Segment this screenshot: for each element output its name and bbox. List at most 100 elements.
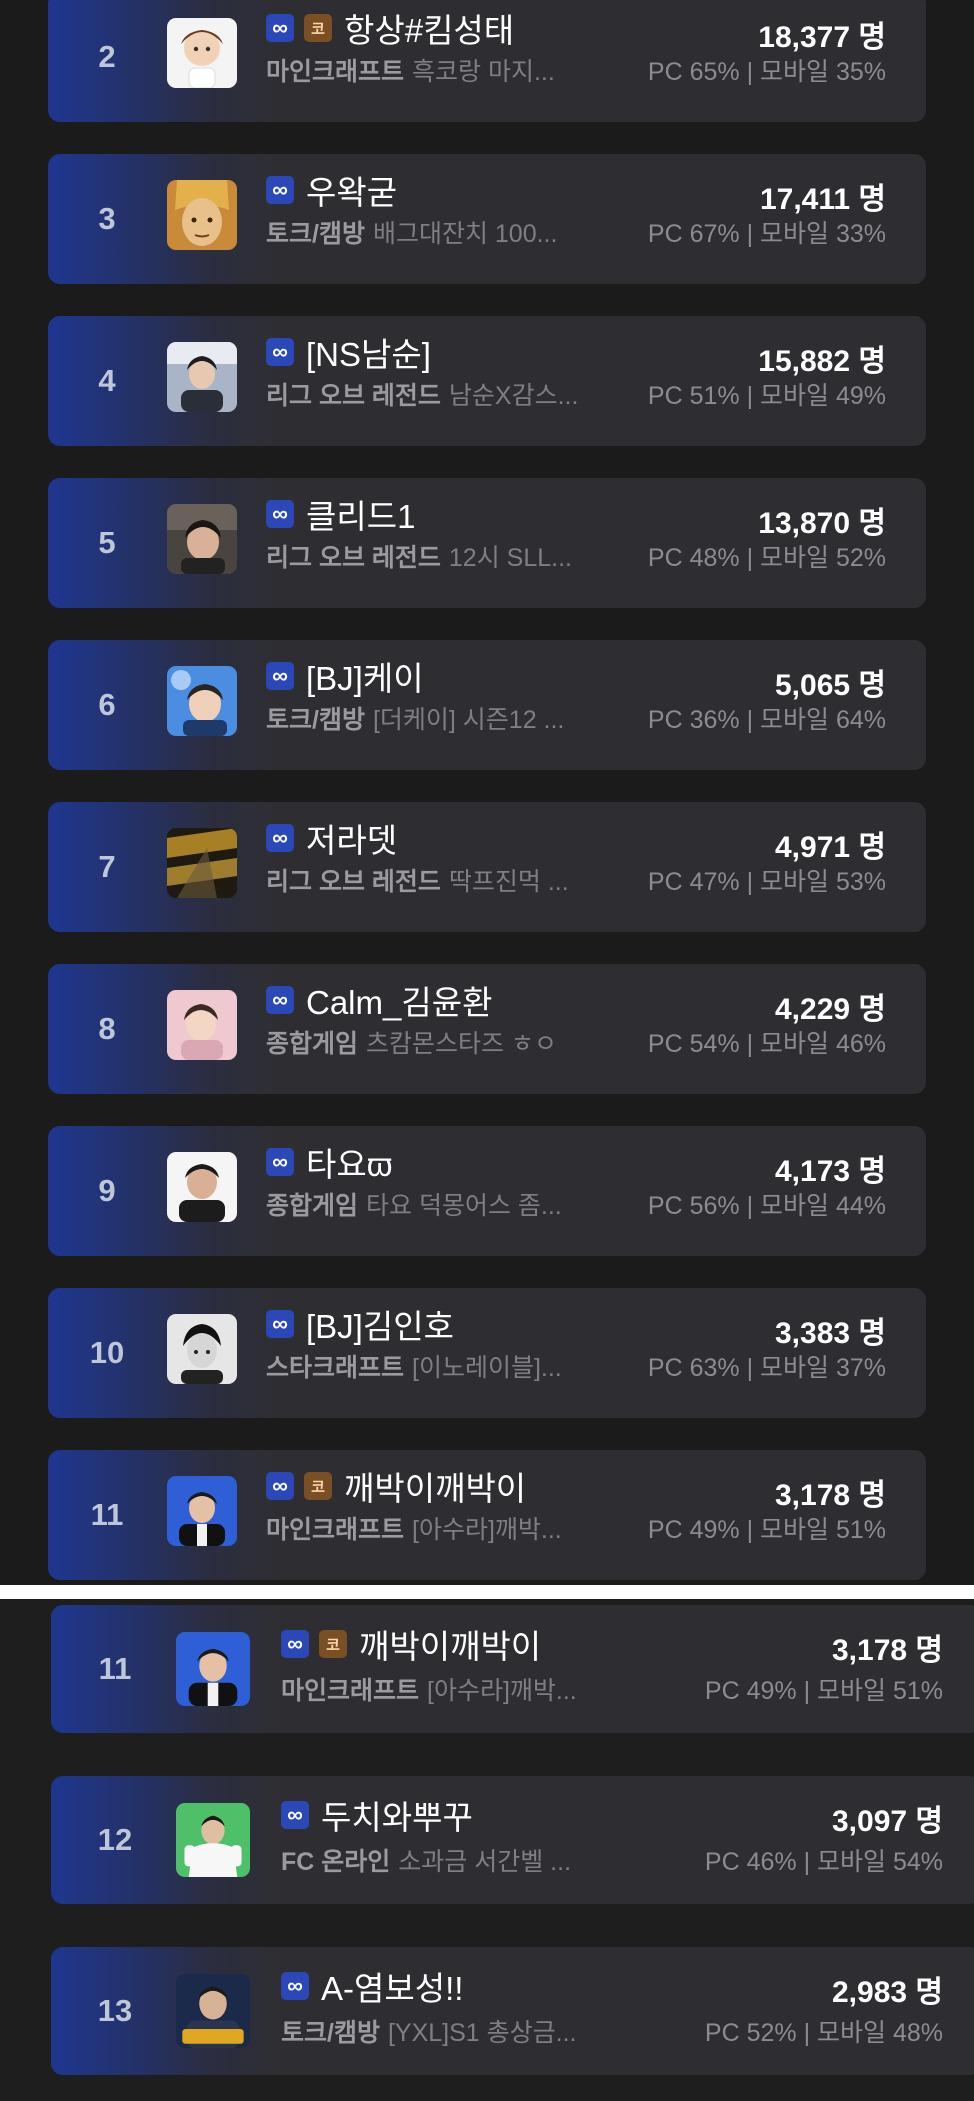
streamer-name[interactable]: [BJ]케이 [306, 652, 424, 700]
list-item[interactable]: 2 ∞ 코 항상#킴성태 마인크래프트 흑코랑 마지... 18,377 명 PC… [48, 0, 926, 122]
list-item[interactable]: 7 ∞ 저라뎃 리그 오브 레전드 딱프진먹 ... 4,971 명 PC 47%… [48, 802, 926, 932]
list-item[interactable]: 3 ∞ 우왁굳 토크/캠방 배그대잔치 100... 17,411 명 PC 67… [48, 154, 926, 284]
infinity-badge-icon: ∞ [266, 1148, 294, 1176]
broadcast-info: 토크/캠방 [YXL]S1 총상금... [281, 2013, 576, 2049]
viewer-count: 13,870 명 [758, 507, 886, 540]
avatar[interactable] [167, 666, 237, 736]
rank-number: 8 [98, 1011, 116, 1046]
broadcast-title: 배그대잔치 100... [372, 220, 558, 248]
platform-ratio: PC 67% | 모바일 33% [647, 220, 886, 248]
streamer-name[interactable]: 깨박이깨박이 [344, 1462, 526, 1510]
broadcast-title: 츠캄몬스타즈 ㅎㅇ [366, 1030, 557, 1058]
avatar[interactable] [167, 1476, 237, 1546]
streamer-name[interactable]: A-염보성!! [321, 1962, 463, 2010]
avatar[interactable] [167, 18, 237, 88]
title-row: ∞ 우왁굳 [266, 168, 397, 212]
platform-ratio: PC 49% | 모바일 51% [704, 1677, 943, 1705]
streamer-name[interactable]: 저라뎃 [306, 814, 397, 862]
list-item[interactable]: 8 ∞ Calm_김윤환 종합게임 츠캄몬스타즈 ㅎㅇ 4,229 명 PC 54… [48, 964, 926, 1094]
broadcast-title: 타요 덕몽어스 좀... [366, 1192, 562, 1220]
avatar[interactable] [167, 180, 237, 250]
category-label: 토크/캠방 [281, 2019, 380, 2047]
avatar[interactable] [167, 1152, 237, 1222]
broadcast-info: 리그 오브 레전드 12시 SLL... [266, 538, 572, 574]
rank-number: 6 [98, 687, 116, 722]
category-label: 종합게임 [266, 1192, 359, 1220]
rank-number: 9 [98, 1173, 116, 1208]
platform-ratio: PC 52% | 모바일 48% [704, 2019, 943, 2047]
platform-ratio: PC 48% | 모바일 52% [647, 544, 886, 572]
avatar[interactable] [176, 1974, 250, 2048]
streamer-name[interactable]: 클리드1 [306, 490, 415, 538]
broadcast-info: 종합게임 타요 덕몽어스 좀... [266, 1186, 562, 1222]
category-label: 마인크래프트 [266, 1516, 405, 1544]
category-label: 스타크래프트 [266, 1354, 405, 1382]
category-label: 종합게임 [266, 1030, 359, 1058]
avatar[interactable] [167, 990, 237, 1060]
list-item[interactable]: 12 ∞ 두치와뿌꾸 FC 온라인 소과금 서간벨 ... 3,097 명 PC … [51, 1776, 974, 1904]
broadcast-info: 토크/캠방 배그대잔치 100... [266, 214, 557, 250]
rank-number: 7 [98, 849, 116, 884]
infinity-badge-icon: ∞ [266, 14, 294, 42]
list-item[interactable]: 6 ∞ [BJ]케이 토크/캠방 [더케이] 시즌12 ... 5,065 명 P… [48, 640, 926, 770]
category-label: 토크/캠방 [266, 220, 365, 248]
streamer-name[interactable]: Calm_김윤환 [306, 976, 492, 1024]
streamer-name[interactable]: 타요ϖ [306, 1138, 393, 1186]
streamer-name[interactable]: [BJ]김인호 [306, 1300, 454, 1348]
title-row: ∞ [NS남순] [266, 330, 431, 374]
list-item[interactable]: 10 ∞ [BJ]김인호 스타크래프트 [이노레이블]... 3,383 명 PC… [48, 1288, 926, 1418]
platform-ratio: PC 63% | 모바일 37% [647, 1354, 886, 1382]
broadcast-info: 마인크래프트 흑코랑 마지... [266, 52, 555, 88]
infinity-badge-icon: ∞ [281, 1972, 309, 2000]
streamer-name[interactable]: 깨박이깨박이 [359, 1620, 541, 1668]
rank-number: 12 [97, 1822, 133, 1857]
broadcast-title: 흑코랑 마지... [412, 58, 555, 86]
viewer-count: 17,411 명 [759, 183, 886, 216]
list-item[interactable]: 5 ∞ 클리드1 리그 오브 레전드 12시 SLL... 13,870 명 PC… [48, 478, 926, 608]
viewer-count: 18,377 명 [758, 21, 886, 54]
category-label: 마인크래프트 [266, 58, 405, 86]
category-label: 리그 오브 레전드 [266, 544, 441, 572]
streamer-name[interactable]: [NS남순] [306, 328, 431, 376]
list-item[interactable]: 9 ∞ 타요ϖ 종합게임 타요 덕몽어스 좀... 4,173 명 PC 56% … [48, 1126, 926, 1256]
avatar[interactable] [167, 342, 237, 412]
title-row: ∞ 저라뎃 [266, 816, 397, 860]
viewer-count: 4,173 명 [774, 1155, 886, 1188]
avatar[interactable] [167, 504, 237, 574]
streamer-ranking-list-top: 2 ∞ 코 항상#킴성태 마인크래프트 흑코랑 마지... 18,377 명 PC… [0, 0, 974, 1585]
broadcast-info: 토크/캠방 [더케이] 시즌12 ... [266, 700, 564, 736]
platform-ratio: PC 56% | 모바일 44% [647, 1192, 886, 1220]
category-label: 리그 오브 레전드 [266, 382, 441, 410]
title-row: ∞ 두치와뿌꾸 [281, 1792, 473, 1838]
viewer-count: 4,229 명 [774, 993, 886, 1026]
subscriber-badge-icon: 코 [304, 14, 332, 42]
infinity-badge-icon: ∞ [266, 986, 294, 1014]
avatar[interactable] [176, 1632, 250, 1706]
infinity-badge-icon: ∞ [281, 1801, 309, 1829]
streamer-name[interactable]: 항상#킴성태 [344, 4, 514, 52]
category-label: FC 온라인 [281, 1848, 391, 1876]
streamer-ranking-list-bottom: 11 ∞ 코 깨박이깨박이 마인크래프트 [아수라]깨박... 3,178 명 P… [0, 1599, 974, 2101]
avatar[interactable] [167, 828, 237, 898]
platform-ratio: PC 36% | 모바일 64% [647, 706, 886, 734]
avatar[interactable] [167, 1314, 237, 1384]
infinity-badge-icon: ∞ [266, 500, 294, 528]
infinity-badge-icon: ∞ [266, 662, 294, 690]
streamer-name[interactable]: 두치와뿌꾸 [321, 1791, 473, 1839]
rank-number: 13 [97, 1993, 133, 2028]
platform-ratio: PC 47% | 모바일 53% [647, 868, 886, 896]
list-item[interactable]: 11 ∞ 코 깨박이깨박이 마인크래프트 [아수라]깨박... 3,178 명 P… [48, 1450, 926, 1580]
list-item[interactable]: 11 ∞ 코 깨박이깨박이 마인크래프트 [아수라]깨박... 3,178 명 P… [51, 1605, 974, 1733]
streamer-name[interactable]: 우왁굳 [306, 166, 397, 214]
platform-ratio: PC 46% | 모바일 54% [704, 1848, 943, 1876]
broadcast-title: 딱프진먹 ... [448, 868, 569, 896]
list-item[interactable]: 13 ∞ A-염보성!! 토크/캠방 [YXL]S1 총상금... 2,983 명… [51, 1947, 974, 2075]
subscriber-badge-icon: 코 [319, 1630, 347, 1658]
viewer-count: 3,178 명 [831, 1634, 943, 1667]
viewer-count: 2,983 명 [831, 1976, 943, 2009]
viewer-count: 3,178 명 [774, 1479, 886, 1512]
list-item[interactable]: 4 ∞ [NS남순] 리그 오브 레전드 남순X감스... 15,882 명 PC… [48, 316, 926, 446]
infinity-badge-icon: ∞ [266, 338, 294, 366]
platform-ratio: PC 49% | 모바일 51% [647, 1516, 886, 1544]
avatar[interactable] [176, 1803, 250, 1877]
